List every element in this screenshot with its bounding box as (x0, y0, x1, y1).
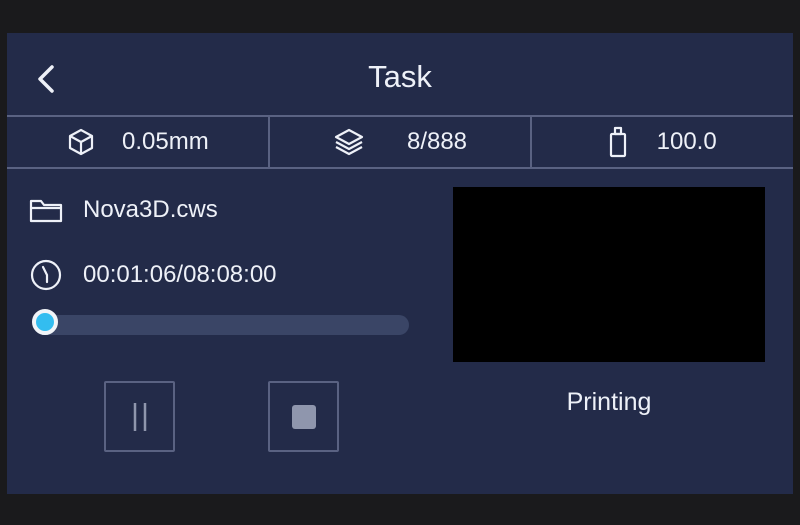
layer-preview (453, 187, 765, 362)
layers-value: 8/888 (406, 128, 468, 155)
layer-thickness-value: 0.05mm (121, 128, 209, 155)
stats-bar: 0.05mm 8/888 100.0 (7, 115, 793, 169)
stop-button[interactable] (268, 381, 339, 452)
folder-icon (29, 199, 63, 223)
resin-value: 100.0 (656, 128, 717, 155)
layers-icon (334, 128, 364, 156)
progress-slider[interactable] (32, 309, 409, 338)
page-title: Task (368, 59, 432, 94)
file-name: Nova3D.cws (83, 196, 218, 223)
progress-thumb[interactable] (32, 309, 58, 335)
stop-icon (291, 404, 316, 429)
progress-track (35, 315, 409, 335)
print-time: 00:01:06/08:08:00 (83, 261, 277, 288)
cube-icon (68, 128, 94, 156)
layers-stat: 8/888 (267, 117, 531, 167)
resin-stat: 100.0 (530, 117, 793, 167)
header: Task (7, 33, 793, 115)
clock-icon (30, 259, 62, 291)
pause-button[interactable] (104, 381, 175, 452)
print-status: Printing (566, 388, 652, 416)
file-row: Nova3D.cws (29, 196, 218, 224)
bottle-icon (609, 126, 626, 158)
layer-thickness-stat: 0.05mm (7, 117, 268, 167)
task-screen: Task 0.05mm 8/888 100.0 Nova3D.cws 00:01… (7, 33, 793, 494)
time-row: 00:01:06/08:08:00 (29, 258, 277, 292)
pause-icon (133, 402, 146, 431)
